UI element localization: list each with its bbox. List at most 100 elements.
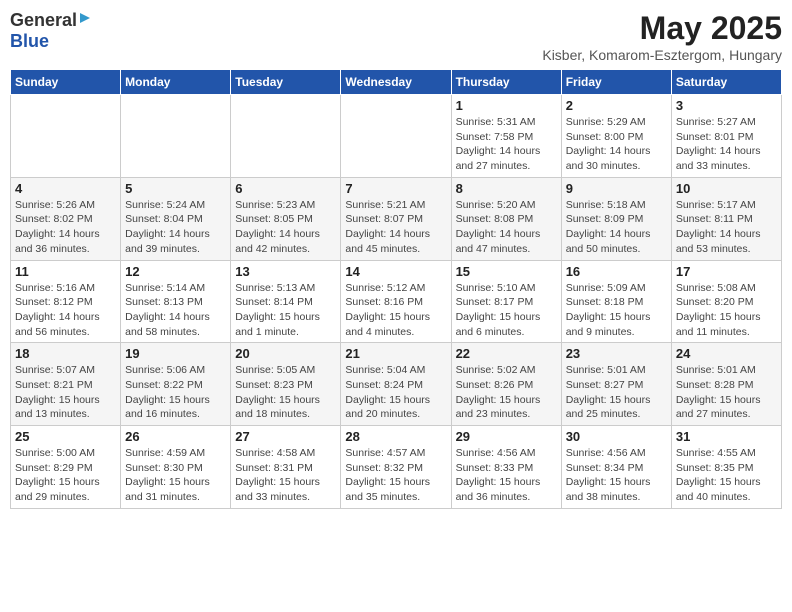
day-info: Sunrise: 5:09 AM Sunset: 8:18 PM Dayligh… (566, 281, 667, 340)
day-info: Sunrise: 5:10 AM Sunset: 8:17 PM Dayligh… (456, 281, 557, 340)
day-info: Sunrise: 5:16 AM Sunset: 8:12 PM Dayligh… (15, 281, 116, 340)
day-number: 11 (15, 264, 116, 279)
day-number: 4 (15, 181, 116, 196)
calendar-week-row-4: 18 Sunrise: 5:07 AM Sunset: 8:21 PM Dayli… (11, 343, 782, 426)
logo: General Blue (10, 10, 93, 52)
day-info: Sunrise: 5:29 AM Sunset: 8:00 PM Dayligh… (566, 115, 667, 174)
logo-general: General (10, 10, 77, 31)
page-subtitle: Kisber, Komarom-Esztergom, Hungary (542, 47, 782, 63)
day-number: 28 (345, 429, 446, 444)
day-info: Sunrise: 5:05 AM Sunset: 8:23 PM Dayligh… (235, 363, 336, 422)
calendar-header-sunday: Sunday (11, 70, 121, 95)
calendar-cell: 22Sunrise: 5:02 AM Sunset: 8:26 PM Dayli… (451, 343, 561, 426)
calendar-cell: 9 Sunrise: 5:18 AM Sunset: 8:09 PM Daylig… (561, 177, 671, 260)
calendar-cell (121, 95, 231, 178)
calendar-week-row-2: 4 Sunrise: 5:26 AM Sunset: 8:02 PM Daylig… (11, 177, 782, 260)
day-number: 20 (235, 346, 336, 361)
day-info: Sunrise: 4:59 AM Sunset: 8:30 PM Dayligh… (125, 446, 226, 505)
page-title: May 2025 (542, 10, 782, 47)
day-info: Sunrise: 5:31 AM Sunset: 7:58 PM Dayligh… (456, 115, 557, 174)
day-info: Sunrise: 5:00 AM Sunset: 8:29 PM Dayligh… (15, 446, 116, 505)
calendar-cell: 19 Sunrise: 5:06 AM Sunset: 8:22 PM Dayli… (121, 343, 231, 426)
day-info: Sunrise: 4:58 AM Sunset: 8:31 PM Dayligh… (235, 446, 336, 505)
logo-blue: Blue (10, 31, 49, 51)
day-info: Sunrise: 5:14 AM Sunset: 8:13 PM Dayligh… (125, 281, 226, 340)
day-number: 15 (456, 264, 557, 279)
day-info: Sunrise: 5:26 AM Sunset: 8:02 PM Dayligh… (15, 198, 116, 257)
day-number: 10 (676, 181, 777, 196)
day-info: Sunrise: 4:55 AM Sunset: 8:35 PM Dayligh… (676, 446, 777, 505)
day-info: Sunrise: 5:18 AM Sunset: 8:09 PM Dayligh… (566, 198, 667, 257)
day-number: 7 (345, 181, 446, 196)
day-number: 2 (566, 98, 667, 113)
day-number: 19 (125, 346, 226, 361)
header: General Blue May 2025 Kisber, Komarom-Es… (10, 10, 782, 63)
calendar-cell: 26 Sunrise: 4:59 AM Sunset: 8:30 PM Dayli… (121, 426, 231, 509)
calendar-cell: 24 Sunrise: 5:01 AM Sunset: 8:28 PM Dayli… (671, 343, 781, 426)
day-info: Sunrise: 5:13 AM Sunset: 8:14 PM Dayligh… (235, 281, 336, 340)
calendar-cell: 11 Sunrise: 5:16 AM Sunset: 8:12 PM Dayli… (11, 260, 121, 343)
calendar-cell: 16 Sunrise: 5:09 AM Sunset: 8:18 PM Dayli… (561, 260, 671, 343)
calendar-cell: 7 Sunrise: 5:21 AM Sunset: 8:07 PM Daylig… (341, 177, 451, 260)
day-number: 25 (15, 429, 116, 444)
day-info: Sunrise: 5:20 AM Sunset: 8:08 PM Dayligh… (456, 198, 557, 257)
calendar-cell: 23Sunrise: 5:01 AM Sunset: 8:27 PM Dayli… (561, 343, 671, 426)
day-number: 16 (566, 264, 667, 279)
calendar-cell: 27 Sunrise: 4:58 AM Sunset: 8:31 PM Dayli… (231, 426, 341, 509)
day-number: 6 (235, 181, 336, 196)
calendar-week-row-1: 1Sunrise: 5:31 AM Sunset: 7:58 PM Daylig… (11, 95, 782, 178)
day-number: 26 (125, 429, 226, 444)
calendar-header-thursday: Thursday (451, 70, 561, 95)
calendar-cell (341, 95, 451, 178)
calendar-cell: 18 Sunrise: 5:07 AM Sunset: 8:21 PM Dayli… (11, 343, 121, 426)
day-number: 21 (345, 346, 446, 361)
calendar-header-tuesday: Tuesday (231, 70, 341, 95)
calendar-cell: 31 Sunrise: 4:55 AM Sunset: 8:35 PM Dayli… (671, 426, 781, 509)
day-number: 5 (125, 181, 226, 196)
calendar-cell: 12Sunrise: 5:14 AM Sunset: 8:13 PM Dayli… (121, 260, 231, 343)
calendar-header-monday: Monday (121, 70, 231, 95)
calendar-cell: 14Sunrise: 5:12 AM Sunset: 8:16 PM Dayli… (341, 260, 451, 343)
calendar-header-row: SundayMondayTuesdayWednesdayThursdayFrid… (11, 70, 782, 95)
calendar-week-row-5: 25 Sunrise: 5:00 AM Sunset: 8:29 PM Dayli… (11, 426, 782, 509)
day-info: Sunrise: 5:01 AM Sunset: 8:28 PM Dayligh… (676, 363, 777, 422)
calendar-cell: 3Sunrise: 5:27 AM Sunset: 8:01 PM Daylig… (671, 95, 781, 178)
day-number: 9 (566, 181, 667, 196)
calendar-week-row-3: 11 Sunrise: 5:16 AM Sunset: 8:12 PM Dayli… (11, 260, 782, 343)
day-number: 29 (456, 429, 557, 444)
day-number: 24 (676, 346, 777, 361)
day-info: Sunrise: 5:24 AM Sunset: 8:04 PM Dayligh… (125, 198, 226, 257)
calendar-cell (231, 95, 341, 178)
calendar-cell: 17Sunrise: 5:08 AM Sunset: 8:20 PM Dayli… (671, 260, 781, 343)
day-info: Sunrise: 4:56 AM Sunset: 8:33 PM Dayligh… (456, 446, 557, 505)
calendar-cell: 8 Sunrise: 5:20 AM Sunset: 8:08 PM Daylig… (451, 177, 561, 260)
day-number: 8 (456, 181, 557, 196)
day-info: Sunrise: 4:57 AM Sunset: 8:32 PM Dayligh… (345, 446, 446, 505)
calendar-cell (11, 95, 121, 178)
calendar-cell: 21 Sunrise: 5:04 AM Sunset: 8:24 PM Dayli… (341, 343, 451, 426)
calendar-cell: 15 Sunrise: 5:10 AM Sunset: 8:17 PM Dayli… (451, 260, 561, 343)
calendar-cell: 5 Sunrise: 5:24 AM Sunset: 8:04 PM Daylig… (121, 177, 231, 260)
calendar-cell: 2 Sunrise: 5:29 AM Sunset: 8:00 PM Daylig… (561, 95, 671, 178)
day-info: Sunrise: 5:23 AM Sunset: 8:05 PM Dayligh… (235, 198, 336, 257)
day-number: 23 (566, 346, 667, 361)
calendar-cell: 4 Sunrise: 5:26 AM Sunset: 8:02 PM Daylig… (11, 177, 121, 260)
day-info: Sunrise: 5:17 AM Sunset: 8:11 PM Dayligh… (676, 198, 777, 257)
day-number: 31 (676, 429, 777, 444)
day-info: Sunrise: 4:56 AM Sunset: 8:34 PM Dayligh… (566, 446, 667, 505)
calendar-cell: 1Sunrise: 5:31 AM Sunset: 7:58 PM Daylig… (451, 95, 561, 178)
calendar-cell: 28 Sunrise: 4:57 AM Sunset: 8:32 PM Dayli… (341, 426, 451, 509)
day-info: Sunrise: 5:04 AM Sunset: 8:24 PM Dayligh… (345, 363, 446, 422)
day-info: Sunrise: 5:07 AM Sunset: 8:21 PM Dayligh… (15, 363, 116, 422)
day-info: Sunrise: 5:06 AM Sunset: 8:22 PM Dayligh… (125, 363, 226, 422)
calendar-cell: 29 Sunrise: 4:56 AM Sunset: 8:33 PM Dayli… (451, 426, 561, 509)
day-number: 3 (676, 98, 777, 113)
day-number: 18 (15, 346, 116, 361)
calendar-header-friday: Friday (561, 70, 671, 95)
calendar-cell: 13Sunrise: 5:13 AM Sunset: 8:14 PM Dayli… (231, 260, 341, 343)
calendar-table: SundayMondayTuesdayWednesdayThursdayFrid… (10, 69, 782, 509)
day-number: 27 (235, 429, 336, 444)
day-info: Sunrise: 5:08 AM Sunset: 8:20 PM Dayligh… (676, 281, 777, 340)
day-info: Sunrise: 5:21 AM Sunset: 8:07 PM Dayligh… (345, 198, 446, 257)
calendar-cell: 6 Sunrise: 5:23 AM Sunset: 8:05 PM Daylig… (231, 177, 341, 260)
